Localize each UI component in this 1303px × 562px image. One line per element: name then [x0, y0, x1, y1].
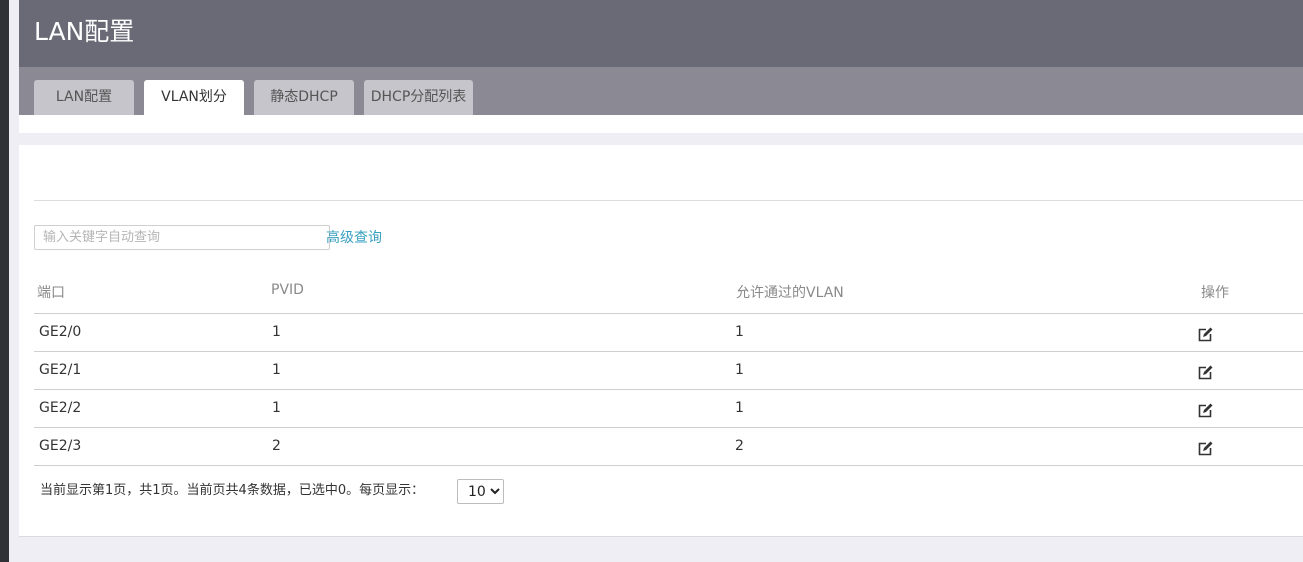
toolbar-divider	[34, 200, 1303, 201]
table-row: GE2/2 1 1	[34, 390, 1303, 428]
edit-icon[interactable]	[1197, 441, 1213, 457]
edit-icon[interactable]	[1197, 365, 1213, 381]
column-header-pvid: PVID	[271, 282, 304, 298]
cell-allowed-vlan: 2	[735, 438, 744, 454]
search-input[interactable]	[34, 225, 330, 250]
tab-dhcp-allocation-list[interactable]: DHCP分配列表	[364, 80, 473, 115]
tab-static-dhcp[interactable]: 静态DHCP	[254, 80, 354, 115]
cell-port: GE2/3	[39, 438, 82, 454]
cell-pvid: 1	[272, 400, 281, 416]
tab-bar: LAN配置 VLAN划分 静态DHCP DHCP分配列表	[19, 67, 1303, 115]
table-row: GE2/1 1 1	[34, 352, 1303, 390]
tab-lan-config[interactable]: LAN配置	[34, 80, 134, 115]
column-header-port: 端口	[37, 285, 65, 301]
edit-icon[interactable]	[1197, 327, 1213, 343]
cell-pvid: 1	[272, 324, 281, 340]
edit-icon[interactable]	[1197, 403, 1213, 419]
cell-port: GE2/0	[39, 324, 82, 340]
page-size-select[interactable]: 10	[457, 479, 504, 504]
cell-pvid: 2	[272, 438, 281, 454]
column-header-actions: 操作	[1201, 285, 1229, 301]
page-header: LAN配置	[19, 0, 1303, 67]
cell-port: GE2/1	[39, 362, 82, 378]
tab-vlan-division[interactable]: VLAN划分	[144, 80, 244, 115]
table-header: 端口 PVID 允许通过的VLAN 操作	[34, 275, 1303, 314]
cell-allowed-vlan: 1	[735, 362, 744, 378]
table-row: GE2/3 2 2	[34, 428, 1303, 466]
table-row: GE2/0 1 1	[34, 314, 1303, 352]
cell-port: GE2/2	[39, 400, 82, 416]
column-header-allowed-vlan: 允许通过的VLAN	[736, 285, 844, 301]
pagination-status: 当前显示第1页，共1页。当前页共4条数据，已选中0。每页显示：	[40, 483, 425, 498]
page-title: LAN配置	[34, 17, 135, 46]
main-panel: 高级查询 端口 PVID 允许通过的VLAN 操作 GE2/0 1 1 GE2/…	[19, 145, 1303, 537]
left-sidebar-strip	[0, 0, 9, 562]
cell-allowed-vlan: 1	[735, 400, 744, 416]
cell-pvid: 1	[272, 362, 281, 378]
tab-content-strip	[19, 115, 1303, 133]
advanced-search-link[interactable]: 高级查询	[326, 227, 382, 247]
cell-allowed-vlan: 1	[735, 324, 744, 340]
